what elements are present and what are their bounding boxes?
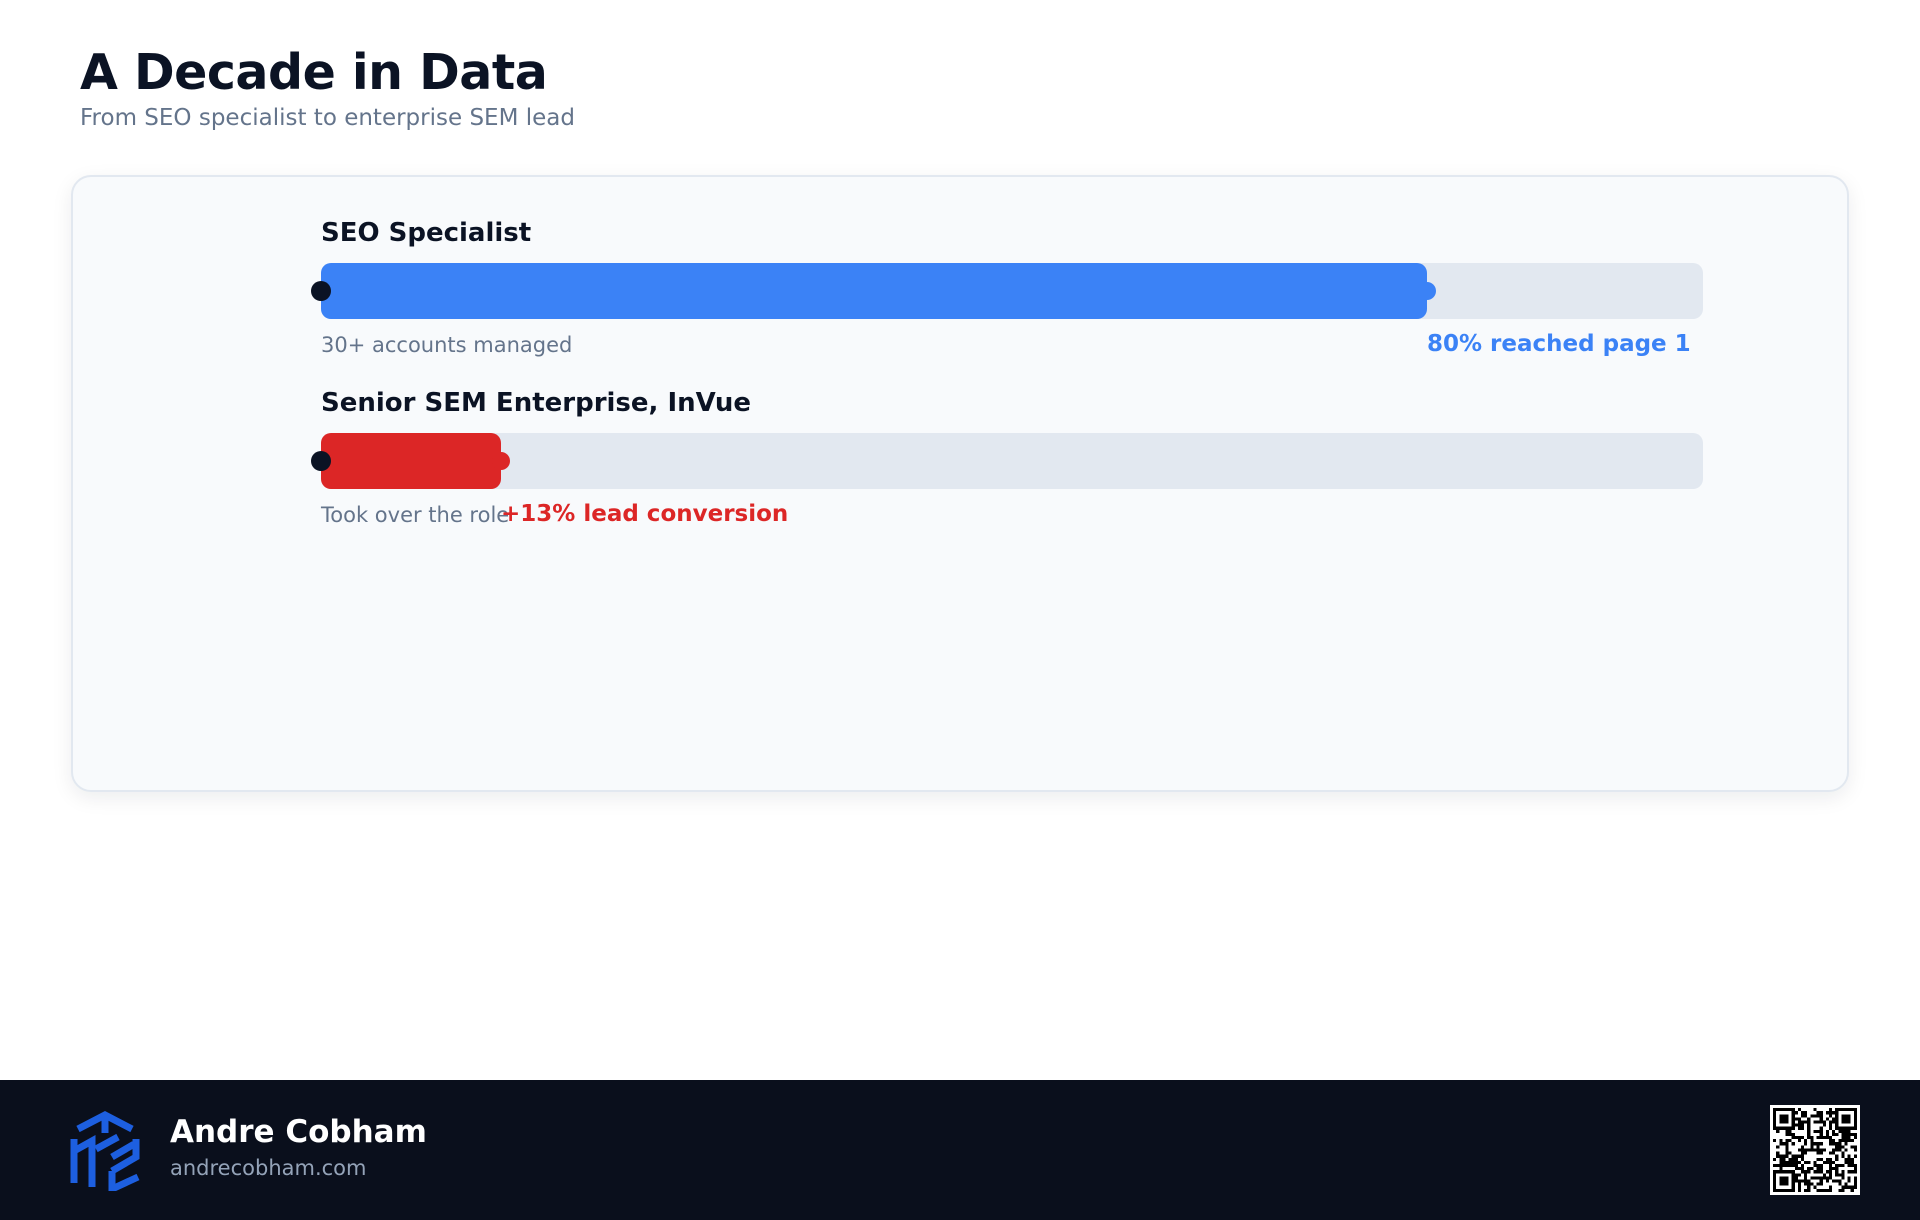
start-marker-dot	[311, 451, 331, 471]
start-marker-dot	[311, 281, 331, 301]
bar-captions: Took over the role +13% lead conversion	[321, 499, 1703, 533]
bar-captions: 30+ accounts managed 80% reached page 1	[321, 329, 1703, 363]
progress-fill	[321, 263, 1427, 319]
role-caption: Took over the role	[321, 503, 510, 527]
role-title: SEO Specialist	[321, 218, 532, 248]
role-title: Senior SEM Enterprise, InVue	[321, 388, 751, 418]
end-marker-dot	[1418, 282, 1436, 300]
role-metric: 80% reached page 1	[1427, 331, 1691, 357]
career-progress-card: SEO Specialist 30+ accounts managed 80% …	[71, 175, 1849, 792]
progress-track	[311, 433, 1703, 489]
role-caption: 30+ accounts managed	[321, 333, 573, 357]
cube-logo-icon	[70, 1111, 140, 1191]
end-marker-dot	[492, 452, 510, 470]
progress-fill	[321, 433, 501, 489]
qr-code-icon[interactable]	[1770, 1105, 1860, 1195]
role-block-seo-specialist: SEO Specialist 30+ accounts managed 80% …	[311, 217, 1703, 363]
page-title: A Decade in Data	[80, 44, 548, 101]
footer: Andre Cobham andrecobham.com	[0, 1080, 1920, 1220]
role-metric: +13% lead conversion	[501, 501, 789, 527]
author-website-link[interactable]: andrecobham.com	[170, 1156, 367, 1180]
page-subtitle: From SEO specialist to enterprise SEM le…	[80, 105, 575, 131]
role-block-senior-sem: Senior SEM Enterprise, InVue Took over t…	[311, 387, 1703, 533]
progress-track	[311, 263, 1703, 319]
author-name: Andre Cobham	[170, 1114, 427, 1150]
